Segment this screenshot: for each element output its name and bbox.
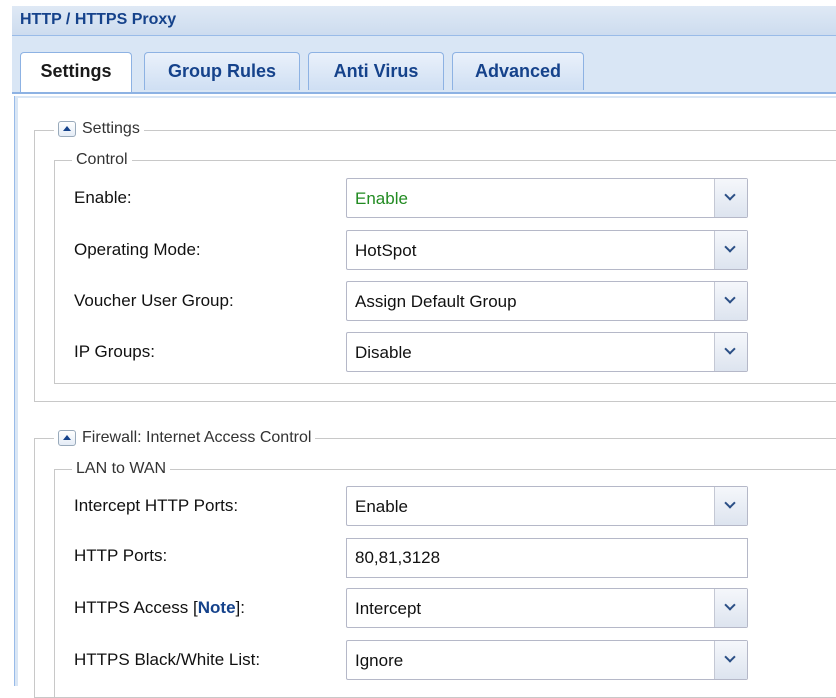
panel-header: HTTP / HTTPS Proxy [12,6,836,36]
enable-value: Enable [355,189,408,208]
intercept-http-ports-value: Enable [355,497,408,516]
https-access-select[interactable]: Intercept [346,588,748,628]
tab-group-rules[interactable]: Group Rules [144,52,300,90]
collapse-settings-icon[interactable] [58,121,76,137]
ip-groups-label: IP Groups: [74,342,155,361]
https-list-label: HTTPS Black/White List: [74,650,261,669]
tab-advanced[interactable]: Advanced [452,52,584,90]
tab-strip: Settings Group Rules Anti Virus Advanced [12,36,836,94]
https-list-select[interactable]: Ignore [346,640,748,680]
firewall-legend-label: Firewall: Internet Access Control [82,429,312,446]
https-access-label: HTTPS Access [Note]: [74,588,245,628]
note-link[interactable]: Note [198,598,236,617]
chevron-down-icon[interactable] [714,641,747,679]
https-list-value: Ignore [355,651,404,670]
panel-title: HTTP / HTTPS Proxy [20,11,177,28]
https-access-label-prefix: HTTPS Access [ [74,598,198,617]
intercept-http-ports-select[interactable]: Enable [346,486,748,526]
lan-to-wan-legend: LAN to WAN [72,458,171,480]
enable-label: Enable: [74,188,132,207]
https-access-label-suffix: ]: [235,598,245,617]
ip-groups-value: Disable [355,343,412,362]
chevron-down-icon[interactable] [714,282,747,320]
chevron-down-icon[interactable] [714,333,747,371]
control-legend: Control [72,149,132,171]
chevron-down-icon[interactable] [714,179,747,217]
http-ports-input[interactable] [346,538,748,578]
https-access-value: Intercept [355,599,422,618]
enable-select[interactable]: Enable [346,178,748,218]
voucher-user-group-select[interactable]: Assign Default Group [346,281,748,321]
voucher-user-group-value: Assign Default Group [355,292,517,311]
collapse-firewall-icon[interactable] [58,430,76,446]
tab-anti-virus[interactable]: Anti Virus [308,52,444,90]
voucher-user-group-label: Voucher User Group: [74,291,234,310]
ip-groups-select[interactable]: Disable [346,332,748,372]
lan-to-wan-legend-label: LAN to WAN [76,460,167,477]
tab-settings[interactable]: Settings [20,52,132,92]
tab-strip-divider [12,92,836,94]
control-legend-label: Control [76,151,128,168]
operating-mode-label: Operating Mode: [74,240,201,259]
chevron-down-icon[interactable] [714,231,747,269]
operating-mode-select[interactable]: HotSpot [346,230,748,270]
http-ports-label: HTTP Ports: [74,546,168,565]
chevron-down-icon[interactable] [714,487,747,525]
settings-legend-label: Settings [82,120,140,137]
firewall-legend: Firewall: Internet Access Control [54,427,316,449]
chevron-down-icon[interactable] [714,589,747,627]
operating-mode-value: HotSpot [355,241,417,260]
intercept-http-ports-label: Intercept HTTP Ports: [74,496,239,515]
settings-legend: Settings [54,118,144,140]
